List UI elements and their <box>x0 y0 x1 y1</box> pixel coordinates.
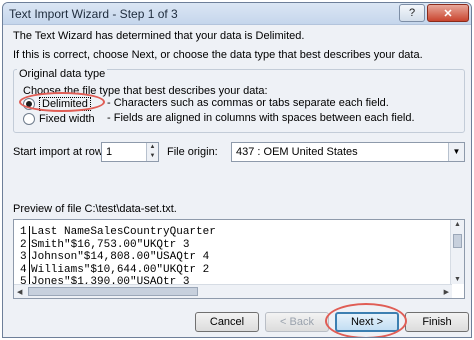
fixed-width-label[interactable]: Fixed width <box>39 113 95 125</box>
delimited-description: - Characters such as commas or tabs sepa… <box>107 97 389 109</box>
next-highlight-annotation <box>325 303 407 337</box>
row-number: 3 <box>20 251 30 264</box>
title-bar[interactable]: Text Import Wizard - Step 1 of 3 ? ✕ <box>3 3 471 25</box>
preview-label: Preview of file C:\test\data-set.txt. <box>13 203 177 215</box>
back-button[interactable]: < Back <box>265 312 329 332</box>
row-text: Last NameSalesCountryQuarter <box>31 226 216 238</box>
help-button[interactable]: ? <box>399 4 425 22</box>
start-row-value[interactable]: 1 <box>106 146 112 158</box>
start-import-label: Start import at row: <box>13 146 106 158</box>
row-text: Johnson"$14,808.00"USAQtr 4 <box>31 251 210 263</box>
fixed-width-radio[interactable] <box>23 113 35 125</box>
row-text: Williams"$10,644.00"UKQtr 2 <box>31 263 210 276</box>
scroll-up-icon[interactable]: ▲ <box>454 221 461 228</box>
vertical-scrollbar[interactable]: ▲ ▼ <box>450 220 464 284</box>
preview-lines: 1 Last NameSalesCountryQuarter 2 Smith"$16… <box>20 226 216 289</box>
cancel-button[interactable]: Cancel <box>195 312 259 332</box>
horizontal-scrollbar[interactable]: ◀ ▶ <box>14 284 452 298</box>
row-text: Smith"$16,753.00"UKQtr 3 <box>31 238 190 251</box>
file-origin-label: File origin: <box>167 146 218 158</box>
row-number: 1 <box>20 226 30 239</box>
scroll-right-icon[interactable]: ▶ <box>444 288 449 296</box>
file-origin-select[interactable]: 437 : OEM United States ▼ <box>231 142 465 162</box>
start-row-stepper[interactable]: 1 ▲ ▼ <box>101 142 159 162</box>
file-origin-value: 437 : OEM United States <box>236 146 358 158</box>
intro-line-1: The Text Wizard has determined that your… <box>13 30 305 42</box>
stepper-buttons: ▲ ▼ <box>146 143 158 161</box>
stepper-up-icon[interactable]: ▲ <box>147 143 158 152</box>
close-button[interactable]: ✕ <box>427 4 469 22</box>
scroll-down-icon[interactable]: ▼ <box>454 276 461 283</box>
fixed-width-option[interactable]: Fixed width <box>23 111 95 127</box>
intro-line-2: If this is correct, choose Next, or choo… <box>13 49 423 61</box>
preview-row: 4 Williams"$10,644.00"UKQtr 2 <box>20 263 216 276</box>
text-import-wizard-dialog: Text Import Wizard - Step 1 of 3 ? ✕ The… <box>2 2 472 338</box>
preview-row: 1 Last NameSalesCountryQuarter <box>20 226 216 239</box>
finish-button[interactable]: Finish <box>405 312 469 332</box>
original-data-type-label: Original data type <box>17 68 108 80</box>
chevron-down-icon[interactable]: ▼ <box>448 143 464 161</box>
scroll-left-icon[interactable]: ◀ <box>17 288 22 296</box>
vertical-scroll-thumb[interactable] <box>453 234 462 248</box>
row-number: 2 <box>20 238 30 251</box>
window-title: Text Import Wizard - Step 1 of 3 <box>9 7 178 21</box>
fixed-width-description: - Fields are aligned in columns with spa… <box>107 112 415 124</box>
row-number: 4 <box>20 263 30 276</box>
delimited-highlight-annotation <box>19 92 105 112</box>
preview-row: 2 Smith"$16,753.00"UKQtr 3 <box>20 238 216 251</box>
file-preview[interactable]: 1 Last NameSalesCountryQuarter 2 Smith"$16… <box>13 219 465 299</box>
preview-row: 3 Johnson"$14,808.00"USAQtr 4 <box>20 251 216 264</box>
horizontal-scroll-thumb[interactable] <box>28 287 198 296</box>
stepper-down-icon[interactable]: ▼ <box>147 152 158 161</box>
